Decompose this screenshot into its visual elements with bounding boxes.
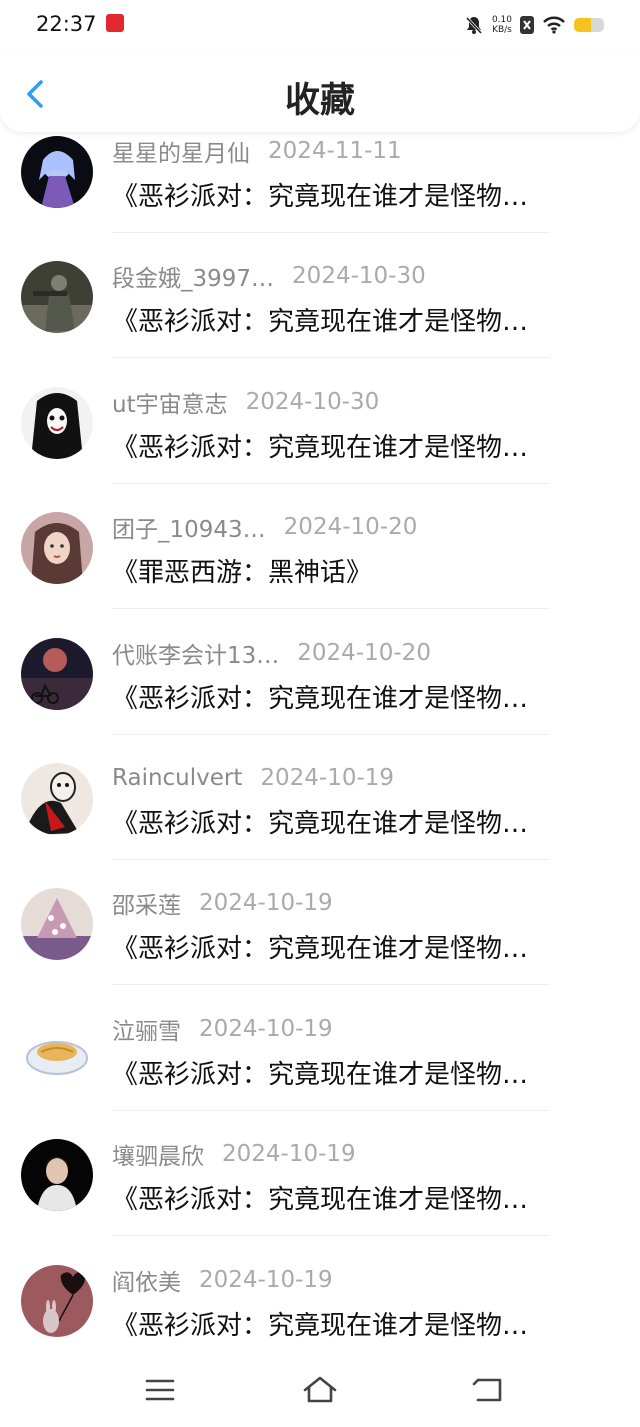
date: 2024-10-20 [297,639,431,666]
work-title[interactable]: 《恶衫派对：究竟现在谁才是怪物… [112,427,602,464]
username[interactable]: 段金娥_3997… [112,259,274,293]
item-meta: 星星的星月仙 2024-11-11 [112,134,402,168]
work-title[interactable]: 《恶衫派对：究竟现在谁才是怪物… [112,1179,602,1216]
username[interactable]: ut宇宙意志 [112,385,228,419]
battery-level-fill [574,18,591,32]
divider [112,733,550,735]
work-title[interactable]: 《恶衫派对：究竟现在谁才是怪物… [112,1054,602,1091]
date: 2024-10-19 [199,1266,333,1293]
home-icon [303,1376,337,1403]
work-title[interactable]: 《恶衫派对：究竟现在谁才是怪物… [112,678,602,715]
work-title[interactable]: 《恶衫派对：究竟现在谁才是怪物… [112,928,602,965]
menu-icon [145,1379,175,1401]
back-icon [472,1378,502,1402]
status-icons: 0.10 KB/s [464,12,604,38]
list-item[interactable]: 壤驷晨欣 2024-10-19 《恶衫派对：究竟现在谁才是怪物… [0,1135,640,1260]
divider [112,1109,550,1111]
date: 2024-11-11 [268,138,402,164]
item-meta: 代账李会计13… 2024-10-20 [112,636,431,670]
item-meta: Rainculvert 2024-10-19 [112,763,394,793]
app-notification-icon [106,14,124,32]
username[interactable]: 团子_10943… [112,510,266,544]
avatar[interactable] [21,888,93,961]
username[interactable]: 代账李会计13… [112,636,279,670]
status-time: 22:37 [36,12,97,36]
date: 2024-10-19 [260,764,395,791]
divider [112,858,550,860]
list-item[interactable]: 邵采莲 2024-10-19 《恶衫派对：究竟现在谁才是怪物… [0,884,640,1009]
work-title[interactable]: 《恶衫派对：究竟现在谁才是怪物… [112,1305,602,1342]
date: 2024-10-20 [283,514,418,541]
item-meta: 壤驷晨欣 2024-10-19 [112,1137,356,1171]
avatar[interactable] [21,261,93,334]
back-nav-button[interactable] [468,1373,508,1407]
avatar[interactable] [21,386,93,459]
network-speed-value: 0.10 [491,15,512,25]
item-meta: ut宇宙意志 2024-10-30 [112,385,380,419]
list-item[interactable]: 团子_10943… 2024-10-20 《罪恶西游：黑神话》 [0,508,640,633]
page-title: 收藏 [284,81,355,121]
list-item[interactable]: 星星的星月仙 2024-11-11 《恶衫派对：究竟现在谁才是怪物… [0,132,640,257]
list-item[interactable]: 段金娥_3997… 2024-10-30 《恶衫派对：究竟现在谁才是怪物… [0,257,640,382]
username[interactable]: 阎依美 [112,1263,181,1297]
date: 2024-10-30 [292,263,426,290]
username[interactable]: 壤驷晨欣 [112,1137,204,1171]
work-title[interactable]: 《恶衫派对：究竟现在谁才是怪物… [112,803,602,840]
system-nav-bar [0,1357,640,1427]
divider [112,357,550,359]
username[interactable]: 星星的星月仙 [112,134,250,168]
item-meta: 阎依美 2024-10-19 [112,1263,333,1297]
header-bar: 收藏 [0,52,640,132]
list-item[interactable]: ut宇宙意志 2024-10-30 《恶衫派对：究竟现在谁才是怪物… [0,383,640,508]
list-item[interactable]: 代账李会计13… 2024-10-20 《恶衫派对：究竟现在谁才是怪物… [0,634,640,759]
work-title[interactable]: 《恶衫派对：究竟现在谁才是怪物… [112,176,602,213]
date: 2024-10-30 [245,388,380,415]
item-meta: 邵采莲 2024-10-19 [112,886,333,920]
avatar[interactable] [21,1013,93,1086]
divider [112,232,550,233]
network-speed: 0.10 KB/s [492,15,512,35]
item-meta: 泣骊雪 2024-10-19 [112,1012,333,1046]
recent-apps-button[interactable] [140,1373,180,1407]
divider [112,482,550,484]
home-button[interactable] [300,1373,340,1407]
list-item[interactable]: Rainculvert 2024-10-19 《恶衫派对：究竟现在谁才是怪物… [0,759,640,884]
username[interactable]: 泣骊雪 [112,1012,181,1046]
username[interactable]: Rainculvert [112,765,242,791]
avatar[interactable] [21,1264,93,1337]
avatar[interactable] [21,637,93,710]
avatar[interactable] [21,512,93,585]
date: 2024-10-19 [199,890,333,917]
divider [112,984,550,986]
favorites-list: 星星的星月仙 2024-11-11 《恶衫派对：究竟现在谁才是怪物… 段金娥_3… [0,132,640,1386]
status-bar: 22:37 0.10 KB/s [0,0,640,52]
avatar[interactable] [21,762,93,835]
list-item[interactable]: 泣骊雪 2024-10-19 《恶衫派对：究竟现在谁才是怪物… [0,1010,640,1135]
network-speed-unit: KB/s [492,25,512,35]
divider [112,1235,550,1237]
date: 2024-10-19 [222,1141,356,1168]
date: 2024-10-19 [199,1015,333,1042]
avatar[interactable] [21,136,93,208]
username[interactable]: 邵采莲 [112,886,181,920]
wifi-icon [543,16,565,34]
battery-icon [574,18,604,32]
work-title[interactable]: 《恶衫派对：究竟现在谁才是怪物… [112,301,602,338]
divider [112,608,550,610]
item-meta: 团子_10943… 2024-10-20 [112,510,418,544]
sim-x-icon [520,16,534,34]
item-meta: 段金娥_3997… 2024-10-30 [112,259,426,293]
work-title[interactable]: 《罪恶西游：黑神话》 [112,552,602,589]
mute-bell-icon [465,16,483,35]
avatar[interactable] [21,1139,93,1212]
